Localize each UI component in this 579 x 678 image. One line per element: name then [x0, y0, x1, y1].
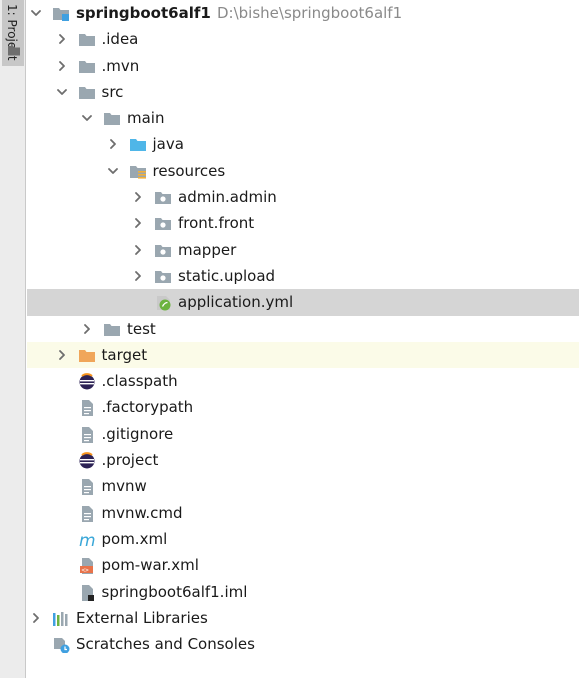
tree-item-springboot6alf1-iml[interactable]: springboot6alf1.iml: [27, 579, 579, 605]
tree-item-label: springboot6alf1.iml: [101, 582, 248, 601]
tree-item-java[interactable]: java: [27, 131, 579, 157]
eclipse-icon: [79, 452, 94, 469]
folder-icon: [78, 60, 95, 73]
tree-item-factorypath[interactable]: .factorypath: [27, 394, 579, 420]
tree-item-mvnw[interactable]: mvnw: [27, 473, 579, 499]
package-icon: [155, 218, 171, 231]
tree-item-label: target: [101, 345, 148, 364]
chevron-right-icon[interactable]: [133, 192, 143, 202]
tree-item-scratches-and-consoles[interactable]: Scratches and Consoles: [27, 631, 579, 657]
project-tree[interactable]: springboot6alf1 D:\bishe\springboot6alf1.…: [27, 0, 579, 657]
chevron-right-icon[interactable]: [108, 139, 118, 150]
tree-item-label: .idea: [101, 30, 139, 49]
chevron-right-icon[interactable]: [133, 218, 143, 229]
spring-yml-icon: [157, 296, 171, 311]
tree-item-label: application.yml: [178, 293, 294, 312]
tree-item-label: pom-war.xml: [101, 556, 199, 575]
tree-item-label: admin.admin: [178, 188, 277, 207]
svg-text:<>: <>: [81, 567, 89, 574]
maven-icon: m: [79, 531, 96, 548]
eclipse-icon: [79, 373, 94, 390]
tree-item-label: Scratches and Consoles: [76, 635, 255, 654]
project-path: D:\bishe\springboot6alf1: [217, 4, 403, 22]
chevron-down-icon[interactable]: [31, 8, 41, 18]
tree-item-label: springboot6alf1: [76, 4, 211, 22]
tree-item-static-upload[interactable]: static.upload: [27, 263, 579, 289]
tree-item-label: .project: [101, 451, 159, 470]
excluded-folder-icon: [78, 349, 95, 362]
resources-folder-icon: [129, 165, 146, 179]
folder-icon: [104, 113, 120, 126]
folder-icon: [8, 46, 20, 56]
tree-item-label: resources: [152, 161, 226, 180]
tree-item-mvn[interactable]: .mvn: [27, 53, 579, 79]
iml-file-icon: [81, 584, 94, 601]
tree-item-label: .factorypath: [101, 398, 194, 417]
tree-item-project[interactable]: .project: [27, 447, 579, 473]
tree-item-label: test: [127, 319, 156, 338]
tree-item-label: mapper: [178, 240, 237, 259]
xml-file-icon: <>: [79, 558, 93, 575]
tree-item-label: External Libraries: [76, 608, 208, 627]
tree-item-application-yml[interactable]: application.yml: [27, 289, 579, 316]
tree-item-pom-xml[interactable]: m pom.xml: [27, 526, 579, 552]
folder-icon: [78, 86, 95, 99]
svg-text:m: m: [79, 531, 96, 548]
tree-item-mapper[interactable]: mapper: [27, 237, 579, 263]
tree-item-label: pom.xml: [101, 529, 168, 548]
tree-item-springboot6alf1[interactable]: springboot6alf1 D:\bishe\springboot6alf1: [27, 0, 579, 26]
folder-icon: [78, 34, 95, 47]
tree-item-mvnw-cmd[interactable]: mvnw.cmd: [27, 500, 579, 526]
tree-item-label: src: [101, 82, 124, 101]
package-icon: [155, 244, 171, 257]
chevron-right-icon[interactable]: [82, 323, 92, 334]
package-icon: [155, 192, 171, 205]
tree-item-test[interactable]: test: [27, 316, 579, 342]
module-folder-icon: [53, 8, 69, 21]
tree-item-admin-admin[interactable]: admin.admin: [27, 184, 579, 210]
tree-item-label: front.front: [178, 214, 255, 233]
tree-item-label: java: [152, 135, 184, 154]
side-tool-strip: 1: Project: [0, 0, 26, 678]
text-file-icon: [81, 400, 93, 417]
tree-item-gitignore[interactable]: .gitignore: [27, 421, 579, 447]
package-icon: [155, 270, 171, 283]
text-file-icon: [81, 426, 93, 443]
tree-item-front-front[interactable]: front.front: [27, 210, 579, 236]
tree-item-resources[interactable]: resources: [27, 158, 579, 184]
tree-item-label: .gitignore: [101, 424, 174, 443]
chevron-down-icon[interactable]: [56, 87, 67, 97]
tree-item-classpath[interactable]: .classpath: [27, 368, 579, 394]
tree-item-label: static.upload: [178, 266, 276, 285]
tree-item-label: mvnw.cmd: [101, 503, 183, 522]
chevron-down-icon[interactable]: [82, 113, 92, 123]
tree-item-target[interactable]: target: [27, 341, 579, 369]
chevron-right-icon[interactable]: [57, 34, 67, 45]
tree-item-label: .classpath: [101, 372, 178, 391]
chevron-right-icon[interactable]: [57, 60, 67, 71]
text-file-icon: [81, 479, 93, 496]
tree-item-label: .mvn: [101, 56, 140, 75]
tree-item-idea[interactable]: .idea: [27, 26, 579, 52]
tree-item-src[interactable]: src: [27, 79, 579, 105]
chevron-right-icon[interactable]: [57, 349, 67, 360]
tree-item-label: mvnw: [101, 477, 147, 496]
tree-item-main[interactable]: main: [27, 105, 579, 131]
tree-item-label: main: [127, 109, 165, 128]
chevron-right-icon[interactable]: [31, 612, 41, 623]
scratches-icon: [54, 638, 70, 654]
libraries-icon: [53, 611, 68, 626]
project-tool-tab[interactable]: 1: Project: [2, 0, 24, 66]
chevron-right-icon[interactable]: [133, 244, 143, 255]
chevron-right-icon[interactable]: [133, 271, 143, 281]
text-file-icon: [81, 505, 93, 522]
chevron-down-icon[interactable]: [107, 166, 118, 176]
tree-item-external-libraries[interactable]: External Libraries: [27, 605, 579, 631]
source-folder-icon: [129, 139, 146, 152]
tree-item-pom-war-xml[interactable]: <> pom-war.xml: [27, 552, 579, 578]
folder-icon: [104, 323, 120, 336]
